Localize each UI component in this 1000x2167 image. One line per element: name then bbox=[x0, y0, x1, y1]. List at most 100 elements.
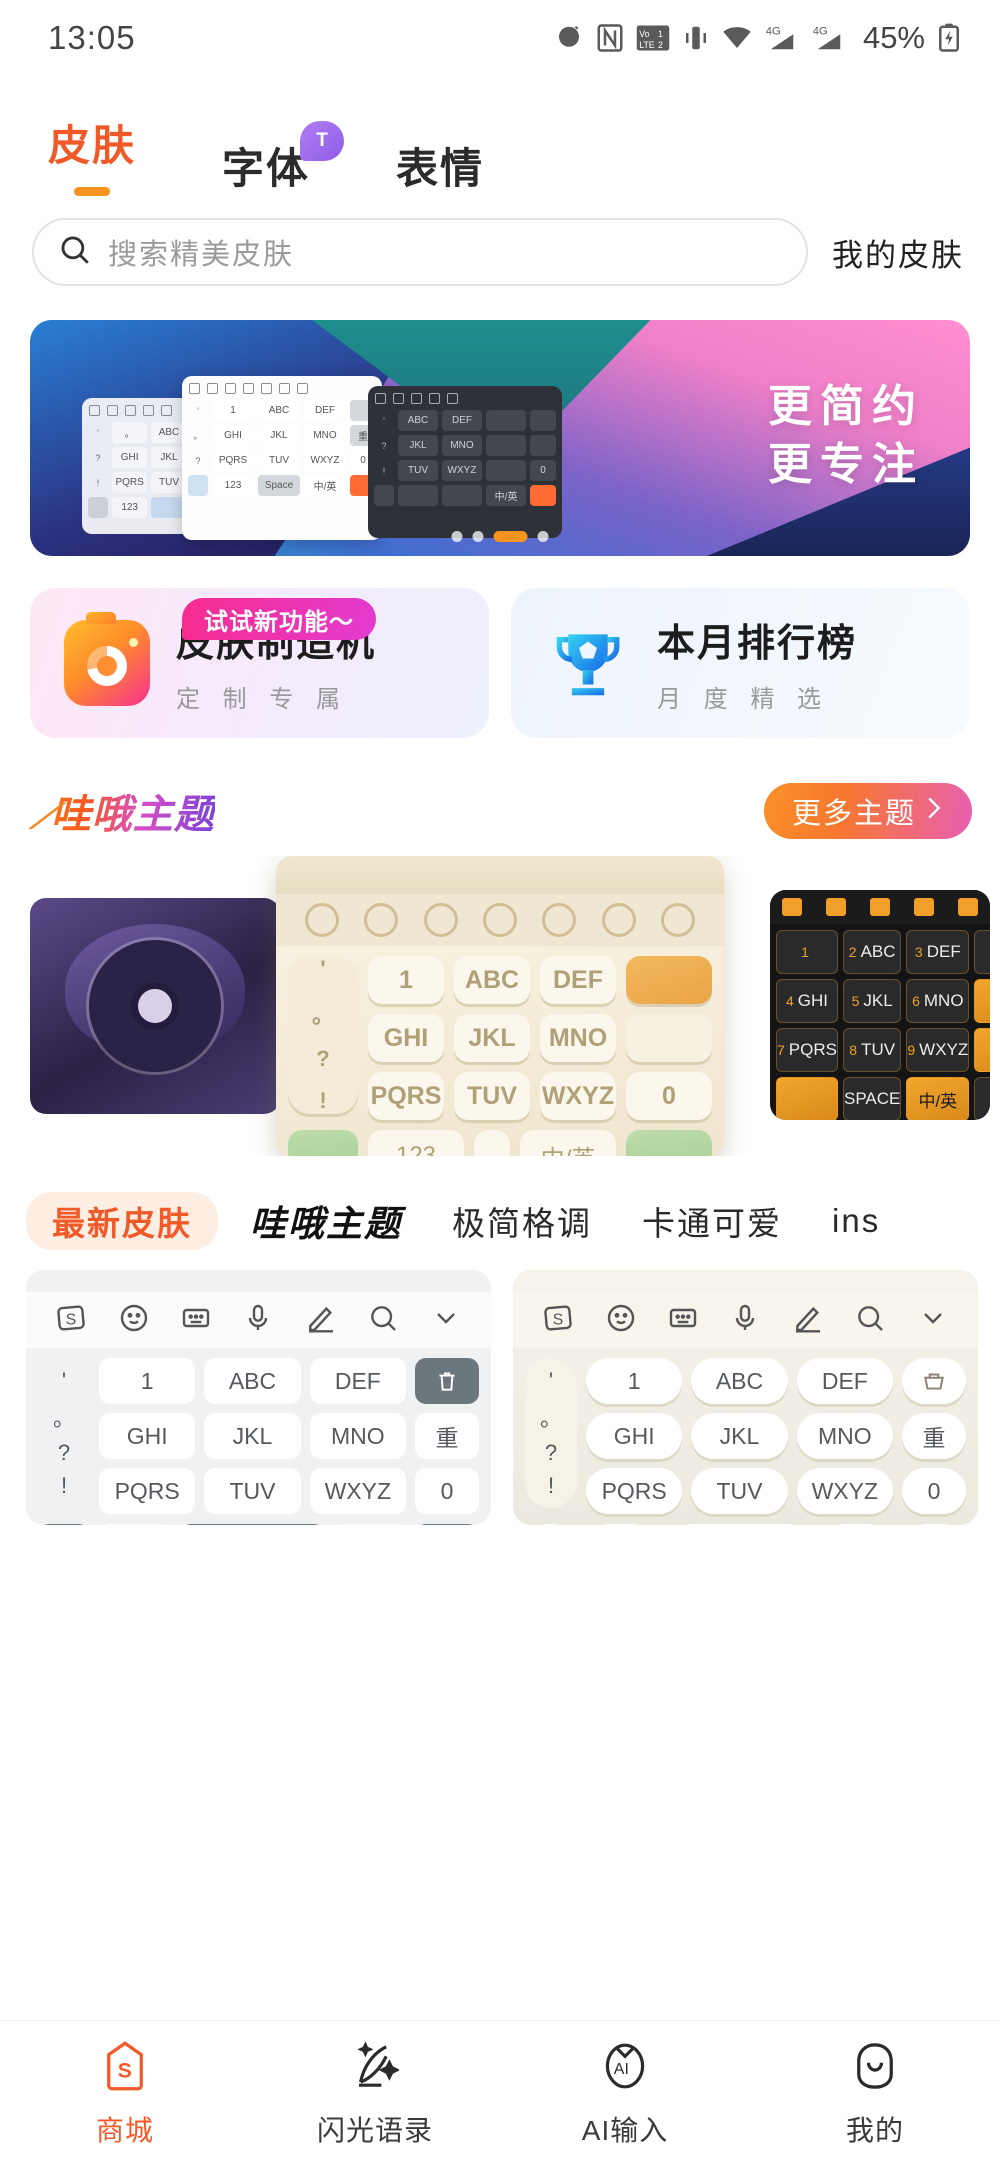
banner-key bbox=[486, 460, 526, 481]
top-tabs: 皮肤 字体 T 表情 bbox=[0, 76, 1000, 196]
pen-icon bbox=[792, 1302, 824, 1339]
skin-key-planet bbox=[525, 1524, 577, 1525]
banner-key-space: Space bbox=[258, 475, 300, 496]
category-chip-wow-theme[interactable]: 哇哦主题 bbox=[232, 1195, 420, 1247]
monthly-ranking-card[interactable]: 本月排行榜 月 度 精 选 bbox=[511, 588, 970, 738]
theme-key: JKL bbox=[454, 1014, 530, 1062]
nav-item-quotes-label: 闪光语录 bbox=[316, 2114, 433, 2146]
skin-key: ABC bbox=[204, 1358, 301, 1404]
wow-theme-header: ⟋哇哦主题 更多主题 bbox=[0, 738, 1000, 840]
skin-key: PQRS bbox=[99, 1468, 196, 1514]
keyboard-icon bbox=[180, 1302, 212, 1339]
banner-key bbox=[486, 435, 526, 456]
tab-fonts[interactable]: 字体 T bbox=[222, 121, 345, 196]
dark-key-shift bbox=[776, 1077, 838, 1120]
banner-dot[interactable] bbox=[537, 531, 549, 542]
banner-key-punct: ? bbox=[195, 455, 201, 466]
my-skins-link[interactable]: 我的皮肤 bbox=[832, 230, 970, 275]
monthly-ranking-text: 本月排行榜 月 度 精 选 bbox=[657, 612, 857, 714]
banner-key: GHI bbox=[212, 425, 254, 446]
skin-toolbar: S bbox=[513, 1292, 978, 1348]
theme-card-anime-cd[interactable] bbox=[30, 898, 280, 1114]
nav-item-quotes[interactable]: 闪光语录 bbox=[250, 2040, 500, 2149]
wow-theme-carousel[interactable]: ' 。 ? ! 1 ABC DEF GHI JKL MNO PQRS TUV W… bbox=[0, 856, 1000, 1156]
category-chip-latest[interactable]: 最新皮肤 bbox=[26, 1192, 218, 1250]
banner-key: GHI bbox=[112, 447, 148, 468]
dark-key: 1 bbox=[776, 930, 838, 974]
skin-key: PQRS bbox=[586, 1468, 683, 1514]
emoji-icon bbox=[605, 1302, 637, 1339]
more-themes-label: 更多主题 bbox=[791, 798, 916, 830]
nav-item-ai-input[interactable]: AI AI输入 bbox=[500, 2040, 750, 2149]
tab-emoji-label: 表情 bbox=[396, 145, 485, 192]
search-icon bbox=[58, 233, 92, 272]
skin-key-lang: 中/英 bbox=[334, 1524, 406, 1525]
theme-key-settings bbox=[288, 1130, 358, 1156]
skin-key-zero: 0 bbox=[415, 1468, 479, 1514]
nav-item-store-label: 商城 bbox=[95, 2114, 154, 2146]
theme-card-cream-bear[interactable]: ' 。 ? ! 1 ABC DEF GHI JKL MNO PQRS TUV W… bbox=[276, 856, 724, 1156]
banner-key-punct: ! bbox=[382, 465, 386, 476]
dark-key-enter bbox=[974, 1077, 990, 1120]
tab-skins[interactable]: 皮肤 bbox=[48, 112, 136, 196]
category-chip-ins[interactable]: ins bbox=[814, 1202, 898, 1240]
banner-key: MNO bbox=[304, 425, 346, 446]
banner-key: ABC bbox=[398, 410, 438, 431]
theme-card-dark-mecha[interactable]: 1 2 ABC 3 DEF 4 GHI 5 JKL 6 MNO 7 PQRS 8 TUV 9W… bbox=[770, 890, 990, 1120]
search-input[interactable]: 搜索精美皮肤 bbox=[32, 218, 808, 286]
mic-icon bbox=[729, 1302, 761, 1339]
promo-banner[interactable]: ' 。 ABC DEF ? GHI JKL MNO 重 ! PQRS TUV W… bbox=[30, 320, 970, 556]
chevron-right-icon bbox=[924, 795, 944, 828]
skin-card-cream-round[interactable]: S '。 ?! 1 ABC DEF GHI JKL MNO 重 PQRS TUV bbox=[513, 1270, 978, 1525]
skin-key-lang: 中/英 bbox=[821, 1524, 893, 1525]
target-icon bbox=[914, 898, 934, 916]
banner-pagination-dots[interactable] bbox=[451, 531, 549, 542]
banner-key: DEF bbox=[304, 400, 346, 421]
svg-text:Vo: Vo bbox=[639, 29, 649, 39]
svg-text:S: S bbox=[118, 2059, 132, 2082]
banner-key: JKL bbox=[398, 435, 438, 456]
nav-item-store[interactable]: S 商城 bbox=[0, 2040, 250, 2149]
banner-key-punct: ' bbox=[383, 415, 385, 426]
battery-percent: 45% bbox=[862, 20, 925, 55]
svg-text:S: S bbox=[66, 1311, 77, 1328]
skin-maker-card[interactable]: 皮肤制造机 定 制 专 属 试试新功能～ bbox=[30, 588, 489, 738]
camera-icon bbox=[64, 612, 150, 706]
volte-icon: Vo LTE 1 2 bbox=[636, 23, 670, 53]
svg-text:2: 2 bbox=[658, 40, 663, 50]
dark-key: 6 MNO bbox=[906, 979, 970, 1023]
dark-key-space: SPACE bbox=[842, 1077, 902, 1120]
banner-key-lang: 中/英 bbox=[304, 475, 346, 496]
wow-theme-logo: ⟋哇哦主题 bbox=[28, 782, 215, 840]
dark-key: 5 JKL bbox=[842, 979, 902, 1023]
banner-key: 1 bbox=[212, 400, 254, 421]
nfc-icon bbox=[597, 23, 623, 53]
skin-key: DEF bbox=[309, 1358, 406, 1404]
category-chip-cartoon[interactable]: 卡通可爱 bbox=[624, 1197, 800, 1245]
banner-key-delete bbox=[530, 410, 556, 431]
banner-dot-active[interactable] bbox=[493, 531, 528, 542]
banner-key: PQRS bbox=[112, 472, 148, 493]
banner-key-num: 123 bbox=[212, 475, 254, 496]
banner-line-1: 更简约 bbox=[768, 382, 924, 431]
vibrate-icon bbox=[683, 23, 709, 53]
search-icon bbox=[367, 1302, 399, 1339]
category-chip-minimal[interactable]: 极简格调 bbox=[434, 1197, 610, 1245]
pen-icon bbox=[542, 903, 577, 937]
more-themes-button[interactable]: 更多主题 bbox=[763, 783, 972, 839]
banner-dot[interactable] bbox=[451, 531, 463, 542]
nav-item-profile[interactable]: 我的 bbox=[750, 2040, 1000, 2149]
tab-emoji[interactable]: 表情 bbox=[396, 135, 484, 196]
svg-text:AI: AI bbox=[614, 2061, 629, 2078]
category-chip-row[interactable]: 最新皮肤 哇哦主题 极简格调 卡通可爱 ins bbox=[0, 1156, 1000, 1260]
banner-key-punct: 。 bbox=[193, 431, 203, 441]
skin-card-grey-minimal[interactable]: S '。 ?! 1 ABC DEF GHI JKL MNO 重 PQRS TUV bbox=[26, 1270, 491, 1525]
skin-key-settings bbox=[38, 1524, 90, 1525]
theme-key-zero: 0 bbox=[626, 1072, 712, 1120]
theme-key-bear bbox=[626, 1014, 712, 1062]
signal-4g-1-icon: 4G bbox=[765, 23, 799, 53]
banner-key-punct: ? bbox=[381, 440, 387, 451]
search-icon bbox=[601, 903, 636, 937]
theme-key: 1 bbox=[368, 956, 444, 1004]
banner-dot[interactable] bbox=[472, 531, 484, 542]
